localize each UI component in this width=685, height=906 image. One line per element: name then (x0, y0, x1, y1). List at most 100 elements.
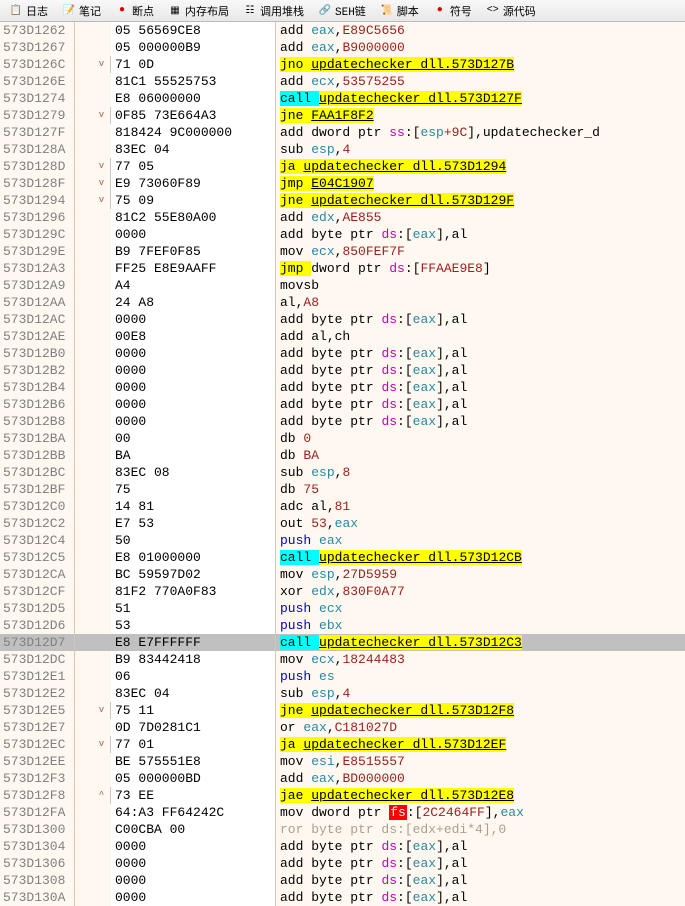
disasm-row[interactable]: 573D12B20000add byte ptr ds:[eax],al (0, 362, 685, 379)
tab-mem-label: 内存布局 (185, 3, 229, 19)
disasm-row[interactable]: 573D12AC0000add byte ptr ds:[eax],al (0, 311, 685, 328)
instruction: add byte ptr ds:[eax],al (276, 838, 685, 855)
bytes: E7 53 (111, 515, 276, 532)
disasm-row[interactable]: 573D12C450push eax (0, 532, 685, 549)
instruction: or eax,C181027D (276, 719, 685, 736)
disasm-row[interactable]: 573D129681C2 55E80A00add edx,AE855 (0, 209, 685, 226)
disasm-row[interactable]: 573D12AE00E8add al,ch (0, 328, 685, 345)
disasm-row[interactable]: 573D128A83EC 04sub esp,4 (0, 141, 685, 158)
tab-source[interactable]: <>源代码 (479, 1, 543, 21)
disasm-row[interactable]: 573D12E70D 7D0281C1or eax,C181027D (0, 719, 685, 736)
disasm-row[interactable]: 573D126C71 0Djno updatechecker_dll.573D1… (0, 56, 685, 73)
disasm-row[interactable]: 573D12D653push ebx (0, 617, 685, 634)
tab-seh[interactable]: 🔗SEH链 (311, 1, 373, 21)
disasm-row[interactable]: 573D12FA64:A3 FF64242Cmov dword ptr fs:[… (0, 804, 685, 821)
address: 573D12D7 (0, 634, 75, 651)
address: 573D12BF (0, 481, 75, 498)
disasm-row[interactable]: 573D129C0000add byte ptr ds:[eax],al (0, 226, 685, 243)
disasm-row[interactable]: 573D12B00000add byte ptr ds:[eax],al (0, 345, 685, 362)
disasm-row[interactable]: 573D13060000add byte ptr ds:[eax],al (0, 855, 685, 872)
disasm-row[interactable]: 573D12DCB9 83442418mov ecx,18244483 (0, 651, 685, 668)
bytes: 06 (111, 668, 276, 685)
instruction: add edx,AE855 (276, 209, 685, 226)
address: 573D128F (0, 175, 75, 192)
disasm-row[interactable]: 573D12BBBAdb BA (0, 447, 685, 464)
disasm-row[interactable]: 573D12B40000add byte ptr ds:[eax],al (0, 379, 685, 396)
tab-breakpoints[interactable]: ●断点 (108, 1, 161, 21)
disasm-row[interactable]: 573D12BF75db 75 (0, 481, 685, 498)
disasm-row[interactable]: 573D126E81C1 55525753add ecx,53575255 (0, 73, 685, 90)
instruction: mov ecx,850FEF7F (276, 243, 685, 260)
disasm-row[interactable]: 573D128FE9 73060F89jmp E04C1907 (0, 175, 685, 192)
disasm-row[interactable]: 573D12D551push ecx (0, 600, 685, 617)
disasm-row[interactable]: 573D12C014 81adc al,81 (0, 498, 685, 515)
disasm-row[interactable]: 573D128D77 05ja updatechecker_dll.573D12… (0, 158, 685, 175)
disasm-row[interactable]: 573D130A0000add byte ptr ds:[eax],al (0, 889, 685, 906)
breakpoint-icon: ● (115, 4, 129, 18)
bytes: 05 000000BD (111, 770, 276, 787)
instruction: add eax,BD000000 (276, 770, 685, 787)
disasm-row[interactable]: 573D12790F85 73E664A3jne FAA1F8F2 (0, 107, 685, 124)
source-icon: <> (486, 4, 500, 18)
disasm-row[interactable]: 573D1274E8 06000000call updatechecker_dl… (0, 90, 685, 107)
disasm-row[interactable]: 573D127F818424 9C000000add dword ptr ss:… (0, 124, 685, 141)
disasm-row[interactable]: 573D12CF81F2 770A0F83xor edx,830F0A77 (0, 583, 685, 600)
disasm-row[interactable]: 573D12C2E7 53out 53,eax (0, 515, 685, 532)
address: 573D129E (0, 243, 75, 260)
disasm-row[interactable]: 573D12B80000add byte ptr ds:[eax],al (0, 413, 685, 430)
disasm-row[interactable]: 573D129475 09jne updatechecker_dll.573D1… (0, 192, 685, 209)
disasm-row[interactable]: 573D12BC83EC 08sub esp,8 (0, 464, 685, 481)
disasm-row[interactable]: 573D12AA24 A8al,A8 (0, 294, 685, 311)
instruction: movsb (276, 277, 685, 294)
bytes: B9 83442418 (111, 651, 276, 668)
disasm-row[interactable]: 573D13080000add byte ptr ds:[eax],al (0, 872, 685, 889)
instruction: ja updatechecker_dll.573D12EF (276, 736, 685, 753)
disasm-row[interactable]: 573D12B60000add byte ptr ds:[eax],al (0, 396, 685, 413)
tab-callstack[interactable]: ☷调用堆栈 (236, 1, 311, 21)
disassembly-view[interactable]: 573D126205 56569CE8add eax,E89C5656573D1… (0, 22, 685, 906)
disasm-row[interactable]: 573D12C5E8 01000000call updatechecker_dl… (0, 549, 685, 566)
disasm-row[interactable]: 573D13040000add byte ptr ds:[eax],al (0, 838, 685, 855)
disasm-row[interactable]: 573D12E575 11jne updatechecker_dll.573D1… (0, 702, 685, 719)
disasm-row[interactable]: 573D12D7E8 E7FFFFFFcall updatechecker_dl… (0, 634, 685, 651)
disasm-row[interactable]: 573D12BA00db 0 (0, 430, 685, 447)
instruction: jne FAA1F8F2 (276, 107, 685, 124)
disasm-row[interactable]: 573D129EB9 7FEF0F85mov ecx,850FEF7F (0, 243, 685, 260)
address: 573D1274 (0, 90, 75, 107)
bytes: 00 (111, 430, 276, 447)
address: 573D126C (0, 56, 75, 73)
disasm-row[interactable]: 573D1300C00CBA 00ror byte ptr ds:[edx+ed… (0, 821, 685, 838)
tab-symbols[interactable]: ●符号 (426, 1, 479, 21)
address: 573D12BA (0, 430, 75, 447)
address: 573D12E2 (0, 685, 75, 702)
disasm-row[interactable]: 573D12A9A4movsb (0, 277, 685, 294)
tab-script[interactable]: 📜脚本 (373, 1, 426, 21)
disasm-row[interactable]: 573D12E106push es (0, 668, 685, 685)
tab-notes-label: 笔记 (79, 3, 101, 19)
bytes: 0D 7D0281C1 (111, 719, 276, 736)
bytes: 75 (111, 481, 276, 498)
bytes: 51 (111, 600, 276, 617)
instruction: ja updatechecker_dll.573D1294 (276, 158, 685, 175)
disasm-row[interactable]: 573D126205 56569CE8add eax,E89C5656 (0, 22, 685, 39)
address: 573D12C4 (0, 532, 75, 549)
address: 573D128A (0, 141, 75, 158)
address: 573D12C5 (0, 549, 75, 566)
tab-log[interactable]: 📋日志 (2, 1, 55, 21)
disasm-row[interactable]: 573D126705 000000B9add eax,B9000000 (0, 39, 685, 56)
bytes: 24 A8 (111, 294, 276, 311)
disasm-row[interactable]: 573D12F305 000000BDadd eax,BD000000 (0, 770, 685, 787)
disasm-row[interactable]: 573D12F873 EEjae updatechecker_dll.573D1… (0, 787, 685, 804)
tab-notes[interactable]: 📝笔记 (55, 1, 108, 21)
instruction: mov dword ptr fs:[2C2464FF],eax (276, 804, 685, 821)
disasm-row[interactable]: 573D12EEBE 575551E8mov esi,E8515557 (0, 753, 685, 770)
disasm-row[interactable]: 573D12EC77 01ja updatechecker_dll.573D12… (0, 736, 685, 753)
address: 573D12CF (0, 583, 75, 600)
disasm-row[interactable]: 573D12A3FF25 E8E9AAFFjmp dword ptr ds:[F… (0, 260, 685, 277)
disasm-row[interactable]: 573D12CABC 59597D02mov esp,27D5959 (0, 566, 685, 583)
address: 573D1267 (0, 39, 75, 56)
instruction: add byte ptr ds:[eax],al (276, 362, 685, 379)
disasm-row[interactable]: 573D12E283EC 04sub esp,4 (0, 685, 685, 702)
bytes: 64:A3 FF64242C (111, 804, 276, 821)
tab-memory[interactable]: ▦内存布局 (161, 1, 236, 21)
